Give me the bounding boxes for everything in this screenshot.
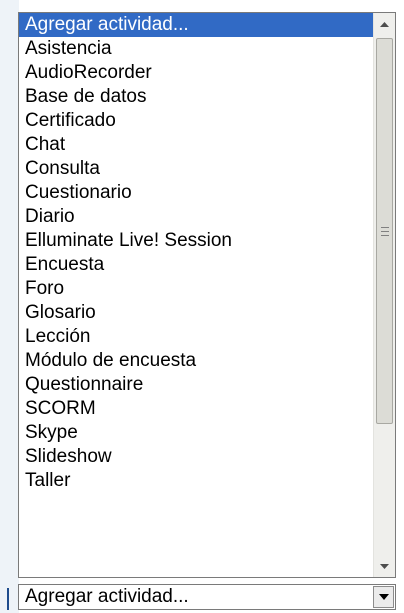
text-cursor [7, 588, 9, 610]
option-glosario[interactable]: Glosario [19, 301, 374, 325]
option-cuestionario[interactable]: Cuestionario [19, 181, 374, 205]
option-agregar-actividad[interactable]: Agregar actividad... [19, 13, 374, 37]
option-modulo-de-encuesta[interactable]: Módulo de encuesta [19, 349, 374, 373]
activity-dropdown-list[interactable]: Agregar actividad... Asistencia AudioRec… [18, 12, 396, 578]
scroll-up-button[interactable] [374, 13, 395, 35]
option-elluminate-live-session[interactable]: Elluminate Live! Session [19, 229, 374, 253]
option-foro[interactable]: Foro [19, 277, 374, 301]
option-asistencia[interactable]: Asistencia [19, 37, 374, 61]
grip-icon [380, 226, 389, 236]
dropdown-toggle-button[interactable] [373, 586, 394, 608]
option-scorm[interactable]: SCORM [19, 397, 374, 421]
scrollbar-thumb[interactable] [376, 38, 393, 424]
chevron-down-icon [380, 563, 389, 569]
scroll-down-button[interactable] [374, 555, 395, 577]
vertical-scrollbar[interactable] [373, 13, 395, 577]
option-audiorecorder[interactable]: AudioRecorder [19, 61, 374, 85]
background-page [0, 0, 19, 613]
activity-select-value: Agregar actividad... [25, 586, 189, 607]
option-skype[interactable]: Skype [19, 421, 374, 445]
activity-select[interactable]: Agregar actividad... [18, 584, 396, 610]
option-chat[interactable]: Chat [19, 133, 374, 157]
option-consulta[interactable]: Consulta [19, 157, 374, 181]
dropdown-options: Agregar actividad... Asistencia AudioRec… [19, 13, 374, 493]
option-taller[interactable]: Taller [19, 469, 374, 493]
option-leccion[interactable]: Lección [19, 325, 374, 349]
dropdown-arrow-icon [378, 594, 389, 600]
option-certificado[interactable]: Certificado [19, 109, 374, 133]
option-base-de-datos[interactable]: Base de datos [19, 85, 374, 109]
option-encuesta[interactable]: Encuesta [19, 253, 374, 277]
chevron-up-icon [380, 21, 389, 27]
option-diario[interactable]: Diario [19, 205, 374, 229]
option-slideshow[interactable]: Slideshow [19, 445, 374, 469]
option-questionnaire[interactable]: Questionnaire [19, 373, 374, 397]
